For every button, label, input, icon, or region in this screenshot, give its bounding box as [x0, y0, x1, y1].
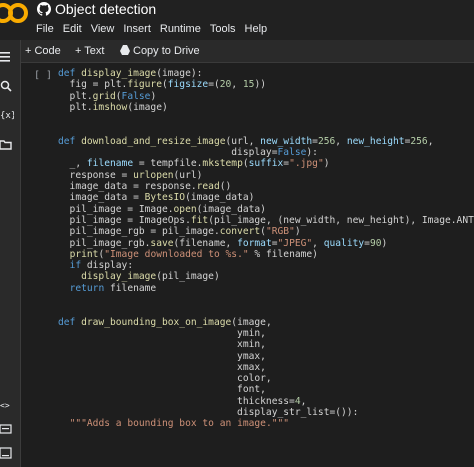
terminal-icon[interactable]: [0, 446, 14, 460]
code-line: ymin,: [58, 327, 266, 339]
menu-file[interactable]: File: [36, 21, 54, 37]
menu-insert[interactable]: Insert: [123, 21, 151, 37]
code-line: pil_image = Image.open(image_data): [58, 203, 266, 215]
code-line: display_image(pil_image): [81, 271, 220, 283]
notebook-title[interactable]: Object detection: [55, 1, 156, 17]
svg-text:<>: <>: [0, 401, 10, 410]
code-line: print("Image downloaded to %s." % filena…: [69, 248, 318, 260]
folder-icon[interactable]: [0, 138, 14, 152]
menu-tools[interactable]: Tools: [210, 21, 236, 37]
code-line: pil_image_rgb = pil_image.convert("RGB"): [58, 226, 301, 238]
code-line: _, filename = tempfile.mkstemp(suffix=".…: [58, 158, 330, 170]
code-line: ymax,: [58, 350, 266, 362]
code-line: thickness=4,: [58, 395, 307, 407]
code-line: def download_and_resize_image(url, new_w…: [58, 135, 434, 147]
code-line: pil_image_rgb.save(filename, format="JPE…: [58, 237, 388, 249]
code-line: if display:: [69, 260, 134, 272]
title-bar: Object detection File Edit View Insert R…: [0, 0, 474, 40]
code-line: fig = plt.figure(figsize=(20, 15)): [58, 79, 266, 91]
code-editor[interactable]: def display_image(image): fig = plt.figu…: [58, 68, 474, 467]
code-line: def display_image(image):: [58, 68, 203, 79]
code-line: xmin,: [58, 339, 266, 351]
menu-runtime[interactable]: Runtime: [160, 21, 201, 37]
menu-icon[interactable]: [0, 50, 14, 64]
copy-to-drive-button[interactable]: Copy to Drive: [133, 43, 200, 59]
code-line: display=False):: [58, 147, 318, 159]
add-text-button[interactable]: + Text: [75, 43, 104, 59]
menu-edit[interactable]: Edit: [63, 21, 82, 37]
code-line: image_data = response.read(): [58, 181, 232, 192]
code-snippets-icon[interactable]: <>: [0, 398, 14, 412]
toolbar: + Code + Text Copy to Drive: [20, 40, 474, 63]
code-line: xmax,: [58, 361, 266, 373]
menu-bar: File Edit View Insert Runtime Tools Help: [36, 21, 276, 37]
search-icon[interactable]: [0, 80, 14, 94]
code-line: plt.grid(False): [58, 90, 157, 102]
code-line: """Adds a bounding box to an image.""": [69, 418, 290, 430]
code-line: color,: [58, 373, 272, 385]
menu-help[interactable]: Help: [245, 21, 268, 37]
command-palette-icon[interactable]: [0, 422, 14, 436]
github-icon[interactable]: [37, 2, 51, 16]
code-line: def draw_bounding_box_on_image(image,: [58, 316, 272, 328]
code-line: response = urlopen(url): [58, 169, 203, 181]
run-cell-button[interactable]: [ ]: [34, 70, 52, 81]
code-line: return filename: [69, 282, 157, 294]
code-line: image_data = BytesIO(image_data): [58, 192, 255, 204]
code-line: font,: [58, 384, 266, 396]
svg-text:{x}: {x}: [0, 111, 14, 121]
code-line: display_str_list=()):: [58, 407, 359, 418]
menu-view[interactable]: View: [91, 21, 115, 37]
code-line: plt.imshow(image): [58, 101, 168, 113]
variables-icon[interactable]: {x}: [0, 108, 14, 122]
add-code-button[interactable]: + Code: [25, 43, 61, 59]
left-sidebar: {x} <>: [0, 40, 21, 467]
drive-icon: [120, 45, 130, 55]
code-line: pil_image = ImageOps.fit(pil_image, (new…: [58, 214, 474, 226]
colab-logo: [0, 3, 28, 23]
